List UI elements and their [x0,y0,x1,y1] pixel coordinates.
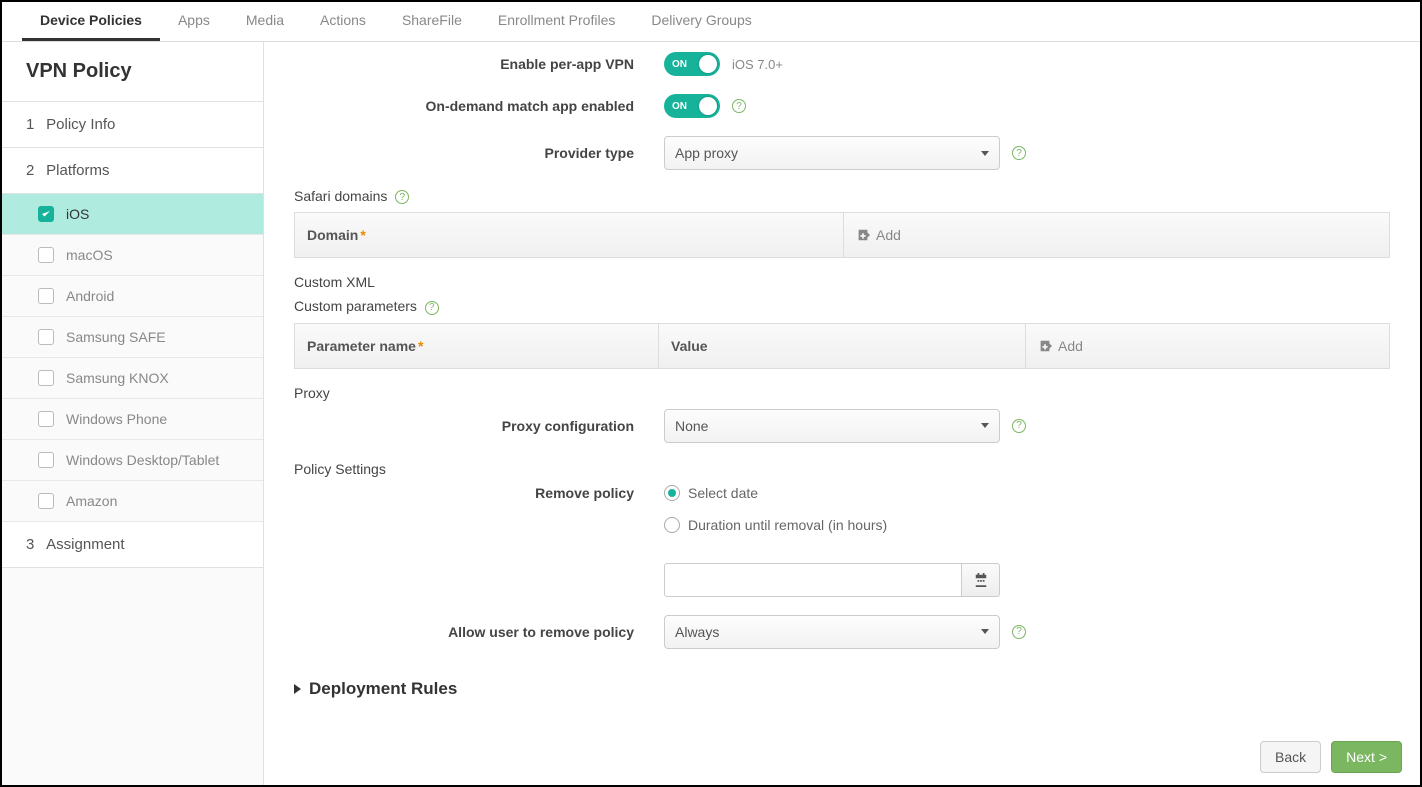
date-input[interactable] [664,563,962,597]
tab-device-policies[interactable]: Device Policies [22,2,160,41]
checkbox-icon [38,206,54,222]
section-policy-settings: Policy Settings [294,461,1390,477]
platform-label: Android [66,288,114,304]
help-icon[interactable]: ? [1012,146,1026,160]
platform-samsung-safe[interactable]: Samsung SAFE [2,317,263,358]
step-policy-info[interactable]: 1 Policy Info [2,102,263,148]
platform-label: Windows Phone [66,411,167,427]
platform-windows-phone[interactable]: Windows Phone [2,399,263,440]
platform-list: iOS macOS Android Samsung SAFE Samsung K… [2,194,263,522]
platform-label: Amazon [66,493,117,509]
section-proxy: Proxy [294,385,1390,401]
select-allow-remove[interactable]: Always [664,615,1000,649]
platform-windows-desktop[interactable]: Windows Desktop/Tablet [2,440,263,481]
label-proxy-config: Proxy configuration [294,418,664,434]
help-icon[interactable]: ? [732,99,746,113]
help-icon[interactable]: ? [395,190,409,204]
checkbox-icon [38,452,54,468]
checkbox-icon [38,247,54,263]
radio-label: Duration until removal (in hours) [688,517,887,533]
platform-label: Windows Desktop/Tablet [66,452,219,468]
next-button[interactable]: Next > [1331,741,1402,773]
hint-ios-version: iOS 7.0+ [732,57,783,72]
tab-delivery-groups[interactable]: Delivery Groups [633,2,769,41]
section-custom-params: Custom parameters ? [294,298,1390,314]
tab-apps[interactable]: Apps [160,2,228,41]
step-platforms[interactable]: 2 Platforms [2,148,263,194]
help-icon[interactable]: ? [1012,625,1026,639]
tab-sharefile[interactable]: ShareFile [384,2,480,41]
platform-label: Samsung KNOX [66,370,169,386]
select-proxy-config[interactable]: None [664,409,1000,443]
help-icon[interactable]: ? [425,301,439,315]
add-domain-button[interactable]: Add [843,213,1389,257]
add-icon [856,228,870,242]
back-button[interactable]: Back [1260,741,1321,773]
help-icon[interactable]: ? [1012,419,1026,433]
platform-macos[interactable]: macOS [2,235,263,276]
label-allow-remove: Allow user to remove policy [294,624,664,640]
platform-label: macOS [66,247,113,263]
step-assignment[interactable]: 3 Assignment [2,522,263,568]
page-title: VPN Policy [2,42,263,102]
platform-samsung-knox[interactable]: Samsung KNOX [2,358,263,399]
chevron-down-icon [981,151,989,156]
add-param-button[interactable]: Add [1025,324,1389,368]
tab-actions[interactable]: Actions [302,2,384,41]
col-value: Value [659,324,1025,368]
platform-ios[interactable]: iOS [2,194,263,235]
table-safari-domains: Domain* Add [294,212,1390,258]
select-provider-type[interactable]: App proxy [664,136,1000,170]
radio-label: Select date [688,485,758,501]
platform-label: iOS [66,206,89,222]
table-custom-params: Parameter name* Value Add [294,323,1390,369]
sidebar: VPN Policy 1 Policy Info 2 Platforms iOS… [2,42,264,785]
deployment-rules-toggle[interactable]: Deployment Rules [294,679,1390,699]
step-label: Policy Info [46,116,115,133]
toggle-per-app-vpn[interactable]: ON [664,52,720,76]
col-param-name: Parameter name* [295,324,659,368]
checkbox-icon [38,411,54,427]
section-safari-domains: Safari domains ? [294,188,1390,204]
platform-android[interactable]: Android [2,276,263,317]
radio-duration[interactable] [664,517,680,533]
checkbox-icon [38,329,54,345]
calendar-button[interactable] [962,563,1000,597]
label-on-demand: On-demand match app enabled [294,98,664,114]
checkbox-icon [38,370,54,386]
step-label: Assignment [46,536,124,553]
col-domain: Domain* [295,213,843,257]
checkbox-icon [38,493,54,509]
section-custom-xml: Custom XML [294,274,1390,290]
label-per-app-vpn: Enable per-app VPN [294,56,664,72]
label-remove-policy: Remove policy [294,485,664,501]
checkbox-icon [38,288,54,304]
calendar-icon [974,573,988,587]
label-provider-type: Provider type [294,145,664,161]
triangle-right-icon [294,684,301,694]
chevron-down-icon [981,629,989,634]
platform-label: Samsung SAFE [66,329,166,345]
tab-enrollment-profiles[interactable]: Enrollment Profiles [480,2,634,41]
platform-amazon[interactable]: Amazon [2,481,263,522]
toggle-on-demand[interactable]: ON [664,94,720,118]
top-tabs: Device Policies Apps Media Actions Share… [2,2,1420,42]
radio-select-date[interactable] [664,485,680,501]
add-icon [1038,339,1052,353]
tab-media[interactable]: Media [228,2,302,41]
chevron-down-icon [981,423,989,428]
main-content: Enable per-app VPN ON iOS 7.0+ On-demand… [264,42,1420,785]
step-label: Platforms [46,162,109,179]
